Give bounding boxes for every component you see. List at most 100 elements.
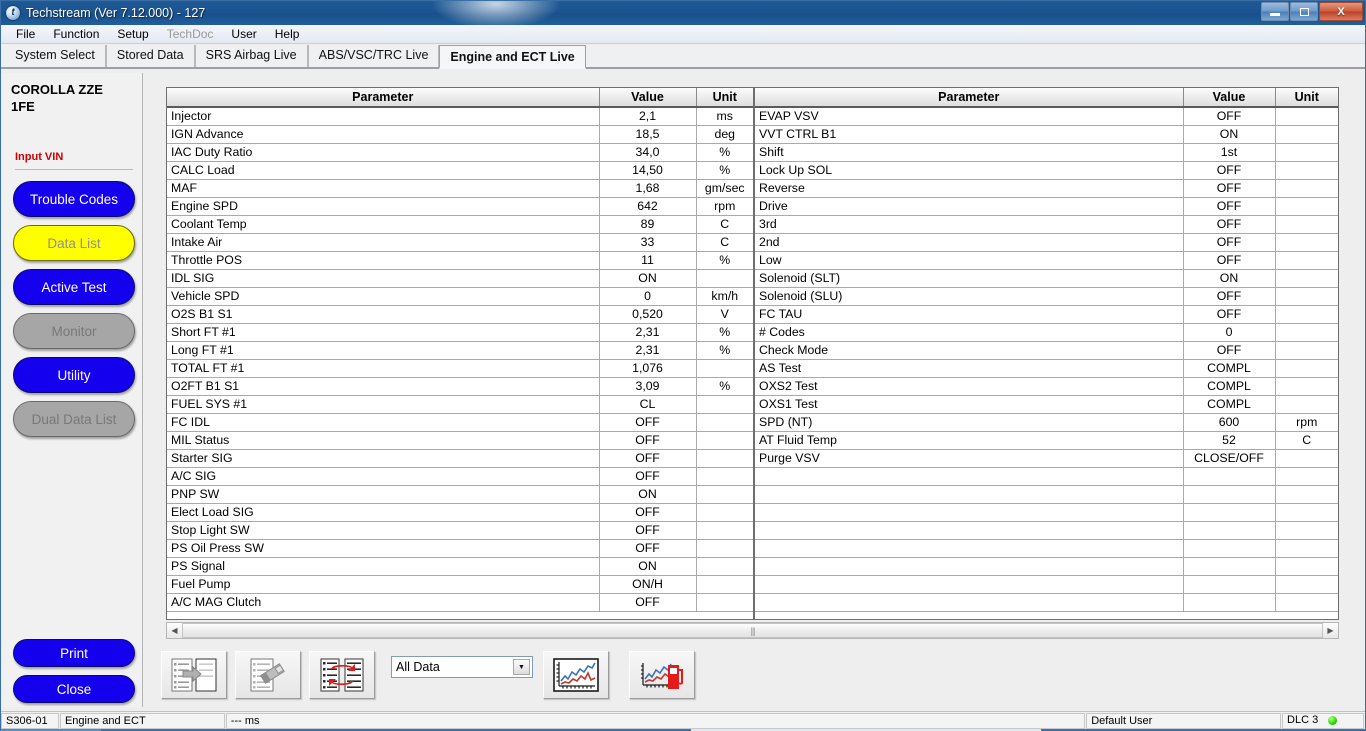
table-row[interactable]: Purge VSV CLOSE/OFF — [755, 449, 1338, 468]
table-row[interactable] — [755, 557, 1338, 576]
table-row[interactable]: A/C MAG Clutch OFF — [167, 593, 753, 612]
tab-system-select[interactable]: System Select — [5, 45, 106, 67]
data-filter-select[interactable]: All Data ▼ — [391, 656, 533, 678]
table-row[interactable] — [755, 521, 1338, 540]
cell-parameter: Intake Air — [167, 233, 600, 252]
table-row[interactable] — [755, 539, 1338, 558]
cell-value: 600 — [1183, 413, 1276, 432]
col-header-parameter[interactable]: Parameter — [167, 88, 600, 108]
tab-abs-vsc-trc-live[interactable]: ABS/VSC/TRC Live — [307, 45, 440, 67]
col-header-value[interactable]: Value — [599, 88, 697, 108]
col-header-unit[interactable]: Unit — [696, 88, 753, 108]
sidebar-button-active-test[interactable]: Active Test — [13, 269, 135, 305]
table-row[interactable]: Vehicle SPD 0 km/h — [167, 287, 753, 306]
table-row[interactable]: Injector 2,1 ms — [167, 107, 753, 126]
table-row[interactable]: Starter SIG OFF — [167, 449, 753, 468]
table-row[interactable]: Solenoid (SLT) ON — [755, 269, 1338, 288]
table-row[interactable]: OXS1 Test COMPL — [755, 395, 1338, 414]
table-row[interactable]: FC TAU OFF — [755, 305, 1338, 324]
menu-help[interactable]: Help — [266, 26, 309, 42]
table-row[interactable]: Lock Up SOL OFF — [755, 161, 1338, 180]
table-row[interactable]: OXS2 Test COMPL — [755, 377, 1338, 396]
tab-engine-and-ect-live[interactable]: Engine and ECT Live — [439, 45, 586, 69]
scroll-right-arrow-icon[interactable]: ▶ — [1323, 623, 1338, 638]
table-row[interactable]: Drive OFF — [755, 197, 1338, 216]
table-row[interactable] — [755, 575, 1338, 594]
table-row[interactable]: MIL Status OFF — [167, 431, 753, 450]
table-row[interactable]: Coolant Temp 89 C — [167, 215, 753, 234]
table-row[interactable]: IDL SIG ON — [167, 269, 753, 288]
table-row[interactable]: Check Mode OFF — [755, 341, 1338, 360]
tab-srs-airbag-live[interactable]: SRS Airbag Live — [194, 45, 308, 67]
table-row[interactable]: Elect Load SIG OFF — [167, 503, 753, 522]
table-row[interactable]: FUEL SYS #1 CL — [167, 395, 753, 414]
tab-stored-data[interactable]: Stored Data — [105, 45, 195, 67]
table-row[interactable]: MAF 1,68 gm/sec — [167, 179, 753, 198]
table-row[interactable] — [755, 503, 1338, 522]
cell-unit — [696, 485, 753, 504]
fuel-graph-button[interactable] — [629, 651, 695, 699]
sidebar-button-utility[interactable]: Utility — [13, 357, 135, 393]
col-header-unit[interactable]: Unit — [1275, 88, 1338, 108]
save-snapshot-button[interactable] — [235, 651, 301, 699]
table-row[interactable]: A/C SIG OFF — [167, 467, 753, 486]
table-row[interactable]: AS Test COMPL — [755, 359, 1338, 378]
table-row[interactable]: Stop Light SW OFF — [167, 521, 753, 540]
table-row[interactable]: Low OFF — [755, 251, 1338, 270]
menu-setup[interactable]: Setup — [108, 26, 157, 42]
table-row[interactable]: O2S B1 S1 0,520 V — [167, 305, 753, 324]
table-row[interactable] — [755, 467, 1338, 486]
graph-view-button[interactable] — [543, 651, 609, 699]
table-row[interactable] — [755, 485, 1338, 504]
select-items-button[interactable] — [161, 651, 227, 699]
table-row[interactable] — [755, 593, 1338, 612]
table-row[interactable]: PS Oil Press SW OFF — [167, 539, 753, 558]
table-row[interactable]: Engine SPD 642 rpm — [167, 197, 753, 216]
sidebar-button-trouble-codes[interactable]: Trouble Codes — [13, 181, 135, 217]
table-row[interactable]: IGN Advance 18,5 deg — [167, 125, 753, 144]
table-row[interactable]: O2FT B1 S1 3,09% — [167, 377, 753, 396]
close-window-button[interactable]: X — [1319, 2, 1363, 21]
menu-function[interactable]: Function — [44, 26, 108, 42]
table-row[interactable]: AT Fluid Temp 52 C — [755, 431, 1338, 450]
table-row[interactable]: Long FT #1 2,31% — [167, 341, 753, 360]
table-row[interactable]: EVAP VSV OFF — [755, 107, 1338, 126]
col-header-parameter[interactable]: Parameter — [755, 88, 1184, 108]
table-row[interactable]: Solenoid (SLU) OFF — [755, 287, 1338, 306]
table-row[interactable]: IAC Duty Ratio 34,0% — [167, 143, 753, 162]
table-row[interactable]: Throttle POS 11% — [167, 251, 753, 270]
input-vin-link[interactable]: Input VIN — [15, 151, 63, 163]
chevron-down-icon[interactable]: ▼ — [513, 659, 530, 675]
cell-unit — [1275, 107, 1338, 126]
cell-unit: % — [696, 377, 753, 396]
scrollbar-thumb[interactable]: ||| — [182, 623, 1323, 638]
table-row[interactable]: # Codes 0 — [755, 323, 1338, 342]
cell-parameter: 3rd — [755, 215, 1184, 234]
print-button[interactable]: Print — [13, 639, 135, 667]
table-row[interactable]: Intake Air 33 C — [167, 233, 753, 252]
table-row[interactable]: TOTAL FT #1 1,076 — [167, 359, 753, 378]
table-row[interactable]: PS Signal ON — [167, 557, 753, 576]
table-row[interactable]: FC IDL OFF — [167, 413, 753, 432]
cell-parameter: Shift — [755, 143, 1184, 162]
col-header-value[interactable]: Value — [1183, 88, 1276, 108]
scroll-left-arrow-icon[interactable]: ◀ — [167, 623, 182, 638]
menu-user[interactable]: User — [222, 26, 265, 42]
table-row[interactable]: 3rd OFF — [755, 215, 1338, 234]
sidebar-button-data-list[interactable]: Data List — [13, 225, 135, 261]
refresh-compare-button[interactable] — [309, 651, 375, 699]
close-button[interactable]: Close — [13, 675, 135, 703]
menu-file[interactable]: File — [7, 26, 44, 42]
horizontal-scrollbar[interactable]: ◀ ||| ▶ — [166, 622, 1339, 639]
table-row[interactable]: PNP SW ON — [167, 485, 753, 504]
minimize-button[interactable] — [1261, 2, 1289, 21]
table-row[interactable]: 2nd OFF — [755, 233, 1338, 252]
table-row[interactable]: SPD (NT) 600 rpm — [755, 413, 1338, 432]
table-row[interactable]: Fuel Pump ON/H — [167, 575, 753, 594]
table-row[interactable]: Shift 1st — [755, 143, 1338, 162]
table-row[interactable]: VVT CTRL B1 ON — [755, 125, 1338, 144]
maximize-restore-button[interactable] — [1290, 2, 1318, 21]
table-row[interactable]: Short FT #1 2,31% — [167, 323, 753, 342]
table-row[interactable]: CALC Load 14,50% — [167, 161, 753, 180]
table-row[interactable]: Reverse OFF — [755, 179, 1338, 198]
